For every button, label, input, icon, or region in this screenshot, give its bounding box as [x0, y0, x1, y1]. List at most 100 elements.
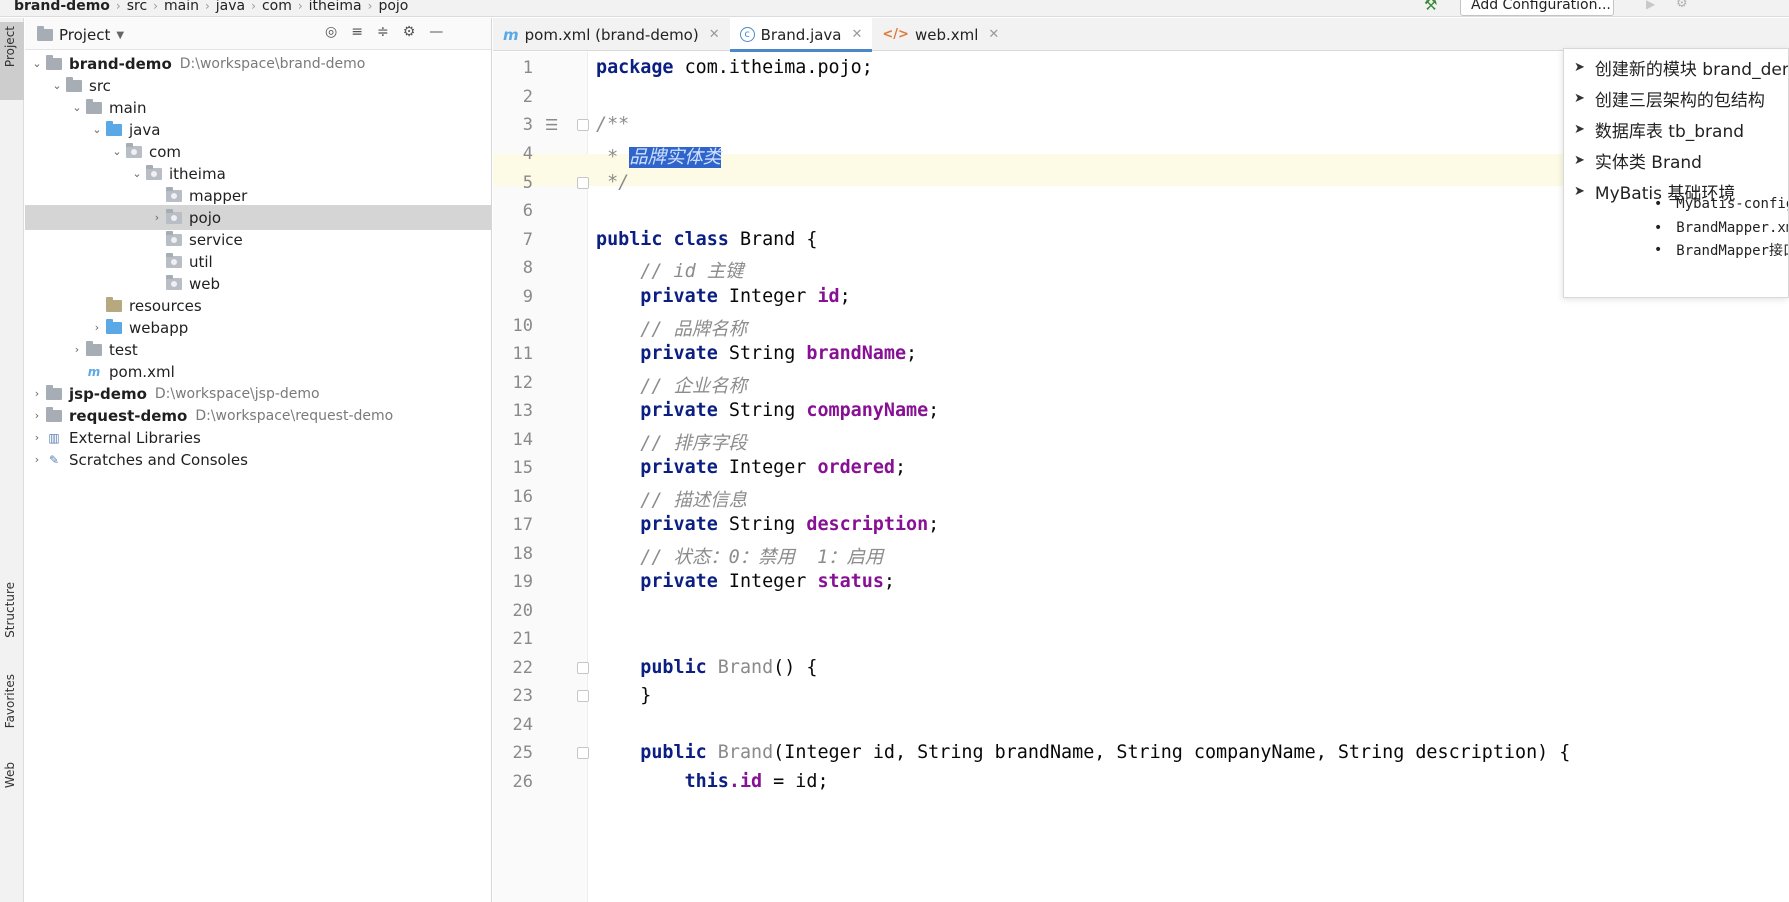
line-number: 12 [512, 373, 533, 393]
breadcrumb-item[interactable]: java [212, 0, 249, 14]
java-class-icon: c [739, 27, 755, 42]
code-token: */ [596, 172, 630, 193]
add-configuration-button[interactable]: Add Configuration... [1460, 0, 1614, 16]
bullet-icon: • [1654, 242, 1663, 258]
tab-label: Brand.java [760, 25, 842, 44]
line-number: 26 [512, 772, 533, 792]
breadcrumb-item[interactable]: main [160, 0, 203, 14]
breadcrumb-separator-icon: › [367, 0, 373, 13]
chevron-right-icon: › [34, 387, 40, 400]
project-panel-header: Project ▼ ◎ ≡ ≑ ⚙ — [25, 18, 491, 50]
code-token: private [596, 457, 718, 478]
breadcrumb-item[interactable]: itheima [305, 0, 366, 14]
chevron-down-icon: ⌄ [132, 167, 142, 180]
module-folder-icon [46, 54, 62, 70]
note-subitem: • Mybatis-config.xml [1654, 192, 1788, 216]
favorites-tool-tab[interactable]: Favorites [0, 670, 24, 750]
breadcrumb-separator-icon: › [153, 0, 158, 13]
tree-item-label: webapp [129, 318, 189, 337]
notes-popup: ➤ 创建新的模块 brand_demo ➤ 创建三层架构的包结构 ➤ 数据库表 tb_… [1563, 48, 1789, 298]
tree-item-scratches[interactable]: › ✎ Scratches and Consoles [25, 447, 491, 472]
code-token: com.itheima.pojo; [673, 57, 873, 78]
chevron-down-icon: ⌄ [32, 57, 42, 70]
close-icon[interactable]: ✕ [988, 27, 999, 42]
project-view-selector[interactable]: Project ▼ [37, 26, 124, 44]
breadcrumb-item[interactable]: src [123, 0, 151, 14]
settings-gear-icon[interactable]: ⚙ [403, 24, 416, 40]
line-number: 13 [512, 401, 533, 421]
render-doc-icon[interactable]: ☰ [545, 116, 558, 134]
scratches-icon: ✎ [48, 452, 60, 467]
code-token: ; [906, 343, 918, 364]
chevron-down-icon: ⌄ [52, 79, 62, 92]
editor-tabs: m pom.xml (brand-demo) ✕ c Brand.java ✕ … [493, 18, 1789, 52]
code-token: private [596, 514, 718, 535]
arrow-bullet-icon: ➤ [1574, 152, 1585, 168]
breadcrumb-item[interactable]: pojo [374, 0, 412, 14]
code-token: /** [596, 114, 630, 135]
line-number: 15 [512, 458, 533, 478]
note-subitem-text: BrandMapper.xml [1676, 220, 1788, 236]
code-token: Brand [706, 742, 774, 763]
line-number: 4 [522, 144, 533, 164]
code-token: this [596, 771, 729, 792]
tree-item-label: Scratches and Consoles [69, 450, 248, 469]
breadcrumb-separator-icon: › [204, 0, 210, 13]
tree-item-label: test [109, 340, 138, 359]
tree-item-label: jsp-demo [69, 384, 147, 403]
tree-item-label: pom.xml [109, 362, 175, 381]
tree-item-path: D:\workspace\brand-demo [179, 55, 366, 72]
build-hammer-icon[interactable]: ⚒ [1424, 0, 1437, 14]
code-token: private [596, 571, 718, 592]
tree-item-label: resources [129, 296, 202, 315]
tree-item-label: java [129, 120, 161, 139]
package-icon [166, 208, 182, 224]
select-opened-file-icon[interactable]: ◎ [325, 24, 337, 40]
web-tool-label: Web [3, 762, 17, 789]
close-icon[interactable]: ✕ [852, 27, 863, 42]
tree-item-label: com [149, 142, 182, 161]
line-number: 10 [512, 316, 533, 336]
hide-panel-icon[interactable]: — [429, 24, 443, 40]
project-panel: Project ▼ ◎ ≡ ≑ ⚙ — ⌄ brand-demo D:\works… [25, 18, 492, 902]
close-icon[interactable]: ✕ [709, 27, 720, 42]
structure-tool-tab[interactable]: Structure [0, 578, 24, 670]
tab-pom-xml[interactable]: m pom.xml (brand-demo) ✕ [493, 18, 730, 51]
favorites-tool-label: Favorites [3, 674, 17, 729]
code-token: ; [928, 514, 940, 535]
tree-item-label: src [89, 76, 111, 95]
xml-file-icon: </> [882, 27, 909, 42]
project-panel-title: Project [59, 26, 111, 44]
chevron-right-icon: › [154, 211, 160, 224]
line-number: 11 [512, 344, 533, 364]
code-token: status [817, 571, 884, 592]
breadcrumb-item[interactable]: brand-demo [14, 0, 114, 14]
package-icon [126, 142, 142, 158]
tree-item-label: request-demo [69, 406, 188, 425]
project-tool-tab[interactable]: Project [0, 22, 24, 100]
line-number: 3 [522, 115, 533, 135]
bullet-icon: • [1654, 196, 1663, 212]
code-token: ; [928, 400, 940, 421]
run-icon[interactable]: ▶ [1646, 0, 1655, 11]
tree-item-label: itheima [169, 164, 226, 183]
fold-marker-icon[interactable] [577, 177, 589, 189]
debug-icon[interactable]: ⚙ [1676, 0, 1688, 11]
tab-web-xml[interactable]: </> web.xml ✕ [872, 18, 1009, 51]
fold-marker-icon[interactable] [577, 662, 589, 674]
code-token: public class [596, 229, 729, 250]
breadcrumb-item[interactable]: com [258, 0, 296, 14]
fold-marker-icon[interactable] [577, 119, 589, 131]
line-number: 19 [512, 572, 533, 592]
line-number: 7 [522, 230, 533, 250]
collapse-all-icon[interactable]: ≑ [377, 24, 389, 40]
selected-text: 品牌实体类 [629, 147, 722, 168]
chevron-right-icon: › [34, 409, 40, 422]
tab-brand-java[interactable]: c Brand.java ✕ [729, 18, 873, 52]
breadcrumb-separator-icon: › [297, 0, 303, 13]
tree-item-path: D:\workspace\jsp-demo [154, 385, 320, 402]
fold-marker-icon[interactable] [577, 690, 589, 702]
fold-marker-icon[interactable] [577, 747, 589, 759]
expand-all-icon[interactable]: ≡ [351, 24, 363, 40]
web-tool-tab[interactable]: Web [0, 758, 24, 802]
